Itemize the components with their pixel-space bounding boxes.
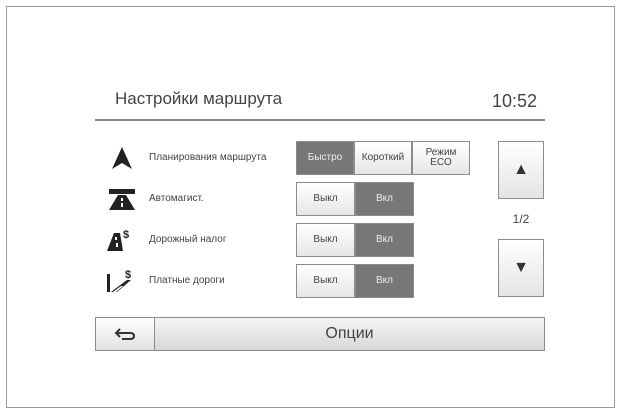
toll-label: Дорожный налог: [149, 234, 227, 245]
toll-on-option[interactable]: Вкл: [355, 223, 414, 257]
highway-off-option[interactable]: Выкл: [296, 182, 355, 216]
scroll-up-button[interactable]: ▲: [498, 141, 544, 199]
header: Настройки маршрута 10:52: [95, 83, 545, 121]
highway-toggle: Выкл Вкл: [296, 182, 414, 216]
fast-option[interactable]: Быстро: [296, 141, 354, 175]
back-arrow-icon: [114, 328, 136, 340]
svg-text:$: $: [123, 229, 129, 241]
toll-toggle: Выкл Вкл: [296, 223, 414, 257]
route-settings-screen: Настройки маршрута 10:52 Планирования ма…: [95, 83, 545, 355]
up-arrow-icon: ▲: [513, 161, 529, 178]
toll-road-icon: $: [107, 229, 129, 251]
options-button[interactable]: Опции: [155, 317, 545, 351]
navigation-arrow-icon: [112, 147, 132, 169]
highway-label: Автомагист.: [149, 193, 204, 204]
clock: 10:52: [491, 91, 537, 111]
highway-on-option[interactable]: Вкл: [355, 182, 414, 216]
toll-off-option[interactable]: Выкл: [296, 223, 355, 257]
route-planning-selector: Быстро Короткий Режим ECO: [296, 141, 470, 175]
paid-roads-off-option[interactable]: Выкл: [296, 264, 355, 298]
highway-icon: [109, 189, 135, 210]
paid-road-icon: $: [107, 269, 131, 292]
page-indicator: 1/2: [512, 212, 530, 226]
short-option[interactable]: Короткий: [354, 141, 412, 175]
paid-roads-toggle: Выкл Вкл: [296, 264, 414, 298]
route-planning-row: Планирования маршрута Быстро Короткий Ре…: [103, 141, 483, 177]
paid-roads-label: Платные дороги: [149, 275, 225, 286]
svg-text:$: $: [125, 269, 131, 281]
highway-row: Автомагист. Выкл Вкл: [103, 182, 483, 218]
back-button[interactable]: [95, 317, 155, 351]
footer: Опции: [95, 317, 545, 351]
paid-roads-row: $ Платные дороги Выкл Вкл: [103, 264, 483, 300]
eco-option[interactable]: Режим ECO: [412, 141, 470, 175]
scroll-down-button[interactable]: ▼: [498, 239, 544, 297]
route-planning-label: Планирования маршрута: [149, 152, 267, 163]
paid-roads-on-option[interactable]: Вкл: [355, 264, 414, 298]
toll-row: $ Дорожный налог Выкл Вкл: [103, 223, 483, 259]
page-title: Настройки маршрута: [115, 89, 283, 108]
down-arrow-icon: ▼: [513, 259, 529, 276]
